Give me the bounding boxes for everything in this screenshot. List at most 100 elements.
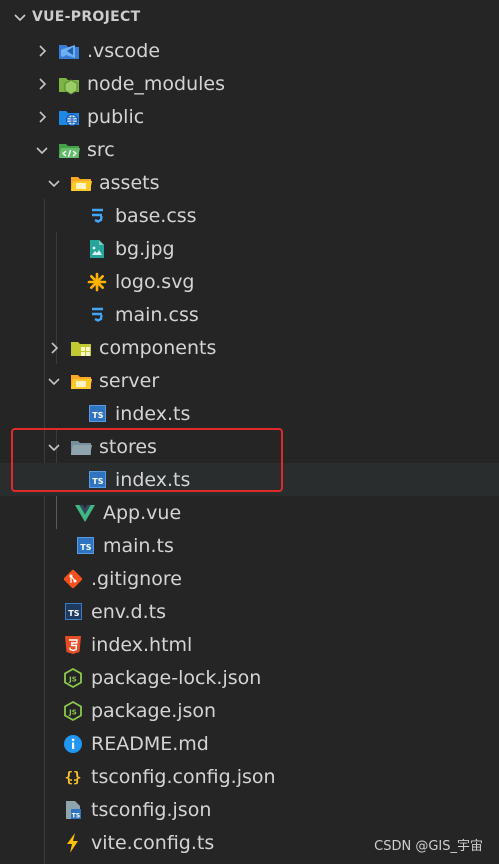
chevron-right-icon bbox=[34, 109, 50, 125]
explorer-section-header[interactable]: VUE-PROJECT bbox=[0, 0, 499, 34]
tree-item-src[interactable]: src bbox=[0, 133, 499, 166]
tree-item-index-html[interactable]: index.html bbox=[0, 628, 499, 661]
chevron-placeholder bbox=[38, 835, 54, 851]
tree-item-label: node_modules bbox=[87, 72, 226, 95]
tree-item-label: logo.svg bbox=[115, 270, 195, 293]
vite-icon bbox=[62, 832, 84, 854]
info-icon bbox=[62, 733, 84, 755]
tree-item-label: src bbox=[87, 138, 115, 161]
assets-folder-icon bbox=[70, 172, 92, 194]
css-icon bbox=[86, 304, 108, 326]
tree-item-tsconfig-config-json[interactable]: {} tsconfig.config.json bbox=[0, 760, 499, 793]
tree-item-label: tsconfig.json bbox=[91, 798, 212, 821]
public-folder-icon bbox=[58, 106, 80, 128]
tree-item-label: assets bbox=[99, 171, 160, 194]
tree-item-label: tsconfig.config.json bbox=[91, 765, 276, 788]
tree-item-logo-svg[interactable]: logo.svg bbox=[0, 265, 499, 298]
tree-item-label: env.d.ts bbox=[91, 600, 166, 623]
chevron-placeholder bbox=[38, 571, 54, 587]
watermark: CSDN @GIS_宇宙 bbox=[374, 839, 483, 854]
chevron-right-icon bbox=[34, 76, 50, 92]
svg-icon bbox=[86, 271, 108, 293]
tree-item-label: index.ts bbox=[115, 402, 191, 425]
tree-item-label: README.md bbox=[91, 732, 209, 755]
typescript-icon: TS bbox=[86, 403, 108, 425]
chevron-right-icon bbox=[34, 43, 50, 59]
chevron-placeholder bbox=[50, 538, 66, 554]
chevron-down-icon bbox=[34, 142, 50, 158]
tree-item-label: main.ts bbox=[103, 534, 174, 557]
tree-item-bg-jpg[interactable]: bg.jpg bbox=[0, 232, 499, 265]
json-braces-icon: {} bbox=[62, 766, 84, 788]
tree-item-app-vue[interactable]: App.vue bbox=[0, 496, 499, 529]
tree-item-label: public bbox=[87, 105, 145, 128]
file-explorer: VUE-PROJECT .vscode node_modules public … bbox=[0, 0, 499, 864]
vue-icon bbox=[74, 502, 96, 524]
typescript-def-icon: TS bbox=[62, 601, 84, 623]
tree-item-readme-md[interactable]: README.md bbox=[0, 727, 499, 760]
chevron-down-icon bbox=[46, 373, 62, 389]
nodejs-icon: JS bbox=[62, 700, 84, 722]
chevron-placeholder bbox=[38, 604, 54, 620]
tree-item-label: App.vue bbox=[103, 501, 182, 524]
svg-text:{}: {} bbox=[65, 770, 82, 786]
tree-item-node-modules[interactable]: node_modules bbox=[0, 67, 499, 100]
tree-item-package-lock-json[interactable]: JS package-lock.json bbox=[0, 661, 499, 694]
svg-text:TS: TS bbox=[72, 812, 80, 819]
svg-text:JS: JS bbox=[68, 675, 77, 683]
tree-item-label: package-lock.json bbox=[91, 666, 262, 689]
server-folder-icon bbox=[70, 370, 92, 392]
svg-text:JS: JS bbox=[68, 708, 77, 716]
tree-item-label: components bbox=[99, 336, 217, 359]
tree-item-main-css[interactable]: main.css bbox=[0, 298, 499, 331]
chevron-placeholder bbox=[38, 670, 54, 686]
image-icon bbox=[86, 238, 108, 260]
tree-item-gitignore[interactable]: .gitignore bbox=[0, 562, 499, 595]
tree-item-label: base.css bbox=[115, 204, 197, 227]
chevron-down-icon bbox=[12, 9, 28, 25]
typescript-icon: TS bbox=[74, 535, 96, 557]
chevron-placeholder bbox=[38, 637, 54, 653]
tree-item-label: index.html bbox=[91, 633, 193, 656]
chevron-placeholder bbox=[38, 802, 54, 818]
tree-item-label: .gitignore bbox=[91, 567, 182, 590]
html5-icon bbox=[62, 634, 84, 656]
components-folder-icon bbox=[70, 337, 92, 359]
tsconfig-icon: TS bbox=[62, 799, 84, 821]
tree-item-label: main.css bbox=[115, 303, 199, 326]
tree-item-tsconfig-json[interactable]: TS tsconfig.json bbox=[0, 793, 499, 826]
chevron-placeholder bbox=[38, 736, 54, 752]
tree-item-public[interactable]: public bbox=[0, 100, 499, 133]
tree-item-label: .vscode bbox=[87, 39, 161, 62]
chevron-placeholder bbox=[38, 703, 54, 719]
chevron-right-icon bbox=[46, 340, 62, 356]
tree-item-vscode[interactable]: .vscode bbox=[0, 34, 499, 67]
tree-item-label: vite.config.ts bbox=[91, 831, 215, 854]
tree-item-package-json[interactable]: JS package.json bbox=[0, 694, 499, 727]
tree-item-server[interactable]: server bbox=[0, 364, 499, 397]
tree-item-base-css[interactable]: base.css bbox=[0, 199, 499, 232]
tree-item-server-index-ts[interactable]: TS index.ts bbox=[0, 397, 499, 430]
chevron-placeholder bbox=[62, 274, 78, 290]
git-icon bbox=[62, 568, 84, 590]
tree-item-env-d-ts[interactable]: TS env.d.ts bbox=[0, 595, 499, 628]
src-folder-icon bbox=[58, 139, 80, 161]
vscode-folder-icon bbox=[58, 40, 80, 62]
chevron-placeholder bbox=[62, 406, 78, 422]
chevron-placeholder bbox=[38, 769, 54, 785]
tree-item-label: package.json bbox=[91, 699, 217, 722]
tree-item-label: server bbox=[99, 369, 160, 392]
tree-item-components[interactable]: components bbox=[0, 331, 499, 364]
node-folder-icon bbox=[58, 73, 80, 95]
css-icon bbox=[86, 205, 108, 227]
tree-item-label: bg.jpg bbox=[115, 237, 175, 260]
chevron-placeholder bbox=[50, 505, 66, 521]
project-title: VUE-PROJECT bbox=[32, 9, 141, 25]
nodejs-icon: JS bbox=[62, 667, 84, 689]
tree-item-main-ts[interactable]: TS main.ts bbox=[0, 529, 499, 562]
tree-item-assets[interactable]: assets bbox=[0, 166, 499, 199]
chevron-down-icon bbox=[46, 175, 62, 191]
annotation-highlight-box bbox=[11, 428, 283, 492]
chevron-placeholder bbox=[62, 208, 78, 224]
chevron-placeholder bbox=[62, 307, 78, 323]
